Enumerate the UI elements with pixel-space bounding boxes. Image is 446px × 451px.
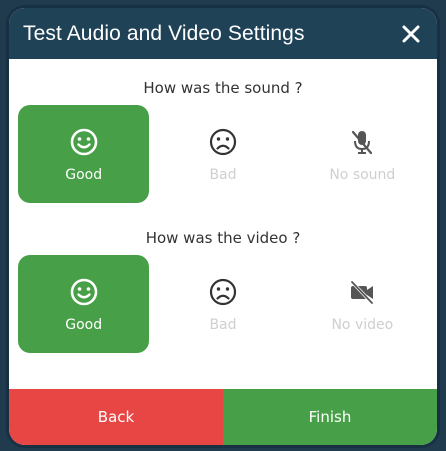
back-button[interactable]: Back: [9, 389, 223, 445]
sound-good-label: Good: [65, 167, 103, 183]
no-video-option[interactable]: No video: [297, 255, 428, 353]
close-icon: [402, 25, 420, 42]
smile-icon: [69, 275, 99, 309]
video-good-option[interactable]: Good: [18, 255, 150, 353]
dialog-title: Test Audio and Video Settings: [23, 21, 305, 45]
video-options: Good Bad No video: [9, 255, 437, 353]
video-off-icon: [347, 275, 377, 309]
mic-off-icon: [347, 125, 377, 159]
dialog-header: Test Audio and Video Settings: [9, 8, 437, 59]
smile-icon: [69, 125, 99, 159]
video-bad-label: Bad: [209, 317, 237, 333]
no-sound-label: No sound: [329, 167, 396, 183]
video-good-label: Good: [65, 317, 103, 333]
audio-video-settings-dialog: Test Audio and Video Settings How was th…: [9, 8, 437, 445]
no-video-label: No video: [331, 317, 394, 333]
sound-options: Good Bad No sound: [9, 105, 437, 203]
sad-icon: [208, 125, 238, 159]
video-bad-option[interactable]: Bad: [157, 255, 288, 353]
sound-question: How was the sound ?: [143, 79, 303, 97]
sound-bad-option[interactable]: Bad: [157, 105, 288, 203]
finish-button[interactable]: Finish: [223, 389, 437, 445]
dialog-footer: Back Finish: [9, 389, 437, 445]
sound-good-option[interactable]: Good: [18, 105, 150, 203]
sad-icon: [208, 275, 238, 309]
no-sound-option[interactable]: No sound: [297, 105, 428, 203]
sound-bad-label: Bad: [209, 167, 237, 183]
close-button[interactable]: [397, 20, 425, 48]
video-question: How was the video ?: [145, 229, 301, 247]
